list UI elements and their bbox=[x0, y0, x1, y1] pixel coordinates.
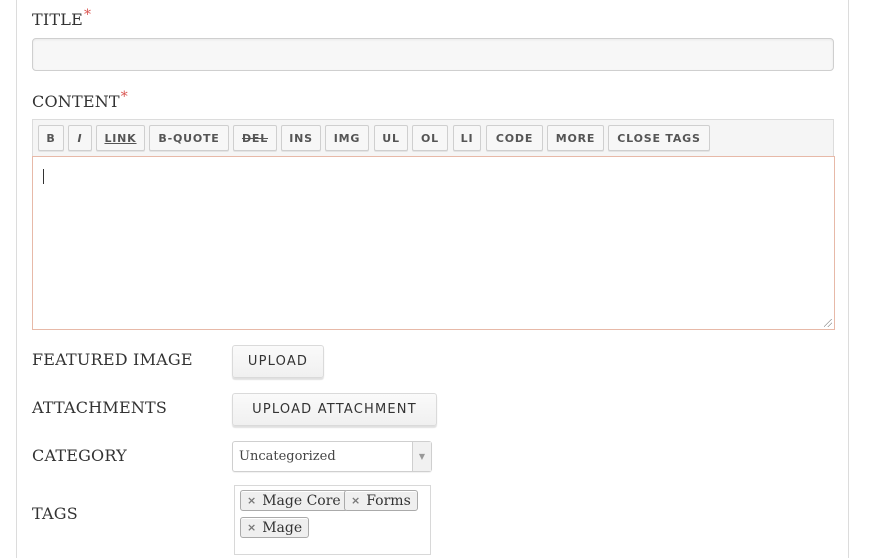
link-button[interactable]: LINK bbox=[96, 125, 145, 151]
content-label: CONTENT* bbox=[32, 89, 128, 111]
close-icon[interactable]: × bbox=[351, 494, 360, 507]
del-button[interactable]: DEL bbox=[233, 125, 277, 151]
tag-item: × Forms bbox=[344, 490, 418, 511]
italic-button[interactable]: I bbox=[68, 125, 92, 151]
img-button[interactable]: IMG bbox=[325, 125, 369, 151]
close-icon[interactable]: × bbox=[247, 521, 256, 534]
code-button[interactable]: CODE bbox=[486, 125, 543, 151]
ins-button[interactable]: INS bbox=[281, 125, 321, 151]
tags-label: TAGS bbox=[32, 504, 78, 523]
resize-grip-icon[interactable] bbox=[824, 319, 832, 327]
more-button[interactable]: MORE bbox=[547, 125, 604, 151]
tag-label: Forms bbox=[366, 492, 411, 509]
text-caret bbox=[43, 169, 44, 184]
ul-button[interactable]: UL bbox=[374, 125, 408, 151]
li-button[interactable]: LI bbox=[453, 125, 481, 151]
tag-item: × Mage bbox=[240, 517, 310, 538]
chevron-down-icon[interactable]: ▼ bbox=[412, 442, 431, 471]
title-input[interactable] bbox=[32, 38, 834, 71]
upload-button[interactable]: UPLOAD bbox=[232, 345, 324, 378]
featured-image-label: FEATURED IMAGE bbox=[32, 350, 193, 369]
content-textarea[interactable] bbox=[32, 156, 835, 330]
attachments-label: ATTACHMENTS bbox=[32, 398, 168, 417]
category-select[interactable]: Uncategorized ▼ bbox=[232, 441, 432, 472]
close-icon[interactable]: × bbox=[247, 494, 256, 507]
required-mark: * bbox=[83, 7, 92, 23]
category-selected-value: Uncategorized bbox=[239, 449, 336, 464]
required-mark: * bbox=[120, 89, 128, 105]
category-label: CATEGORY bbox=[32, 446, 127, 465]
tag-label: Mage bbox=[262, 519, 303, 536]
content-label-text: CONTENT bbox=[32, 92, 120, 111]
ol-button[interactable]: OL bbox=[412, 125, 448, 151]
title-label-text: TITLE bbox=[32, 10, 83, 29]
blockquote-button[interactable]: B-QUOTE bbox=[149, 125, 229, 151]
tags-input[interactable]: × Mage Core × Forms × Mage bbox=[234, 485, 431, 555]
close-tags-button[interactable]: CLOSE TAGS bbox=[608, 125, 710, 151]
title-label: TITLE* bbox=[32, 7, 92, 29]
upload-attachment-button[interactable]: UPLOAD ATTACHMENT bbox=[232, 393, 437, 426]
tag-label: Mage Core bbox=[262, 492, 341, 509]
tag-item: × Mage Core bbox=[240, 490, 348, 511]
editor-toolbar: B I LINK B-QUOTE DEL INS IMG UL OL LI CO… bbox=[32, 119, 834, 156]
bold-button[interactable]: B bbox=[38, 125, 64, 151]
